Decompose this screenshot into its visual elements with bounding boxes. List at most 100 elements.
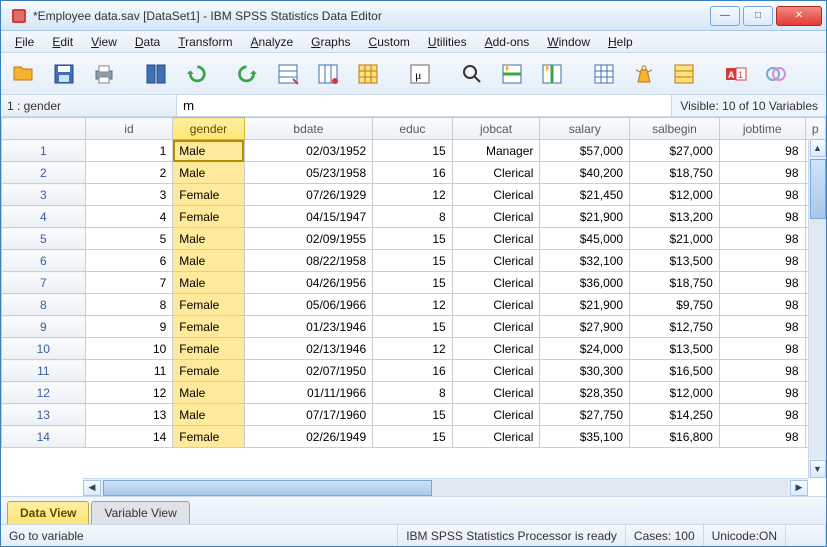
cell-jobtime[interactable]: 98 bbox=[719, 360, 805, 382]
cell-jobtime[interactable]: 98 bbox=[719, 316, 805, 338]
cell-id[interactable]: 10 bbox=[85, 338, 173, 360]
save-button[interactable] bbox=[47, 57, 81, 91]
menu-edit[interactable]: Edit bbox=[44, 33, 81, 51]
run-button[interactable]: μ bbox=[403, 57, 437, 91]
cell-jobcat[interactable]: Manager bbox=[452, 140, 540, 162]
cell-salary[interactable]: $45,000 bbox=[540, 228, 630, 250]
cell-salary[interactable]: $21,450 bbox=[540, 184, 630, 206]
table-row[interactable]: 1010Female02/13/194612Clerical$24,000$13… bbox=[2, 338, 826, 360]
cell-gender[interactable]: Female bbox=[173, 206, 244, 228]
cell-id[interactable]: 14 bbox=[85, 426, 173, 448]
cell-id[interactable]: 6 bbox=[85, 250, 173, 272]
cell-jobcat[interactable]: Clerical bbox=[452, 250, 540, 272]
variables-button[interactable] bbox=[351, 57, 385, 91]
cell-gender[interactable]: Female bbox=[173, 184, 244, 206]
cell-educ[interactable]: 15 bbox=[373, 140, 453, 162]
table-row[interactable]: 66Male08/22/195815Clerical$32,100$13,500… bbox=[2, 250, 826, 272]
tab-variable-view[interactable]: Variable View bbox=[91, 501, 189, 524]
row-header[interactable]: 11 bbox=[2, 360, 86, 382]
cell-jobcat[interactable]: Clerical bbox=[452, 382, 540, 404]
cell-jobcat[interactable]: Clerical bbox=[452, 316, 540, 338]
cell-jobtime[interactable]: 98 bbox=[719, 382, 805, 404]
row-header[interactable]: 9 bbox=[2, 316, 86, 338]
cell-salary[interactable]: $40,200 bbox=[540, 162, 630, 184]
gotovariable-button[interactable] bbox=[311, 57, 345, 91]
cell-salbegin[interactable]: $12,000 bbox=[630, 382, 720, 404]
cell-gender[interactable]: Male bbox=[173, 272, 244, 294]
cell-gender[interactable]: Female bbox=[173, 360, 244, 382]
cell-salary[interactable]: $30,300 bbox=[540, 360, 630, 382]
cell-educ[interactable]: 15 bbox=[373, 316, 453, 338]
cell-jobtime[interactable]: 98 bbox=[719, 338, 805, 360]
cell-gender[interactable]: Female bbox=[173, 426, 244, 448]
tab-data-view[interactable]: Data View bbox=[7, 501, 89, 524]
cell-educ[interactable]: 8 bbox=[373, 382, 453, 404]
recall-button[interactable] bbox=[139, 57, 173, 91]
print-button[interactable] bbox=[87, 57, 121, 91]
cell-id[interactable]: 7 bbox=[85, 272, 173, 294]
cell-jobcat[interactable]: Clerical bbox=[452, 272, 540, 294]
corner-header[interactable] bbox=[2, 118, 86, 140]
cell-jobcat[interactable]: Clerical bbox=[452, 184, 540, 206]
undo-button[interactable] bbox=[179, 57, 213, 91]
cell-bdate[interactable]: 04/26/1956 bbox=[244, 272, 372, 294]
cell-salary[interactable]: $21,900 bbox=[540, 294, 630, 316]
row-header[interactable]: 8 bbox=[2, 294, 86, 316]
cell-bdate[interactable]: 07/26/1929 bbox=[244, 184, 372, 206]
cell-gender[interactable]: Male bbox=[173, 404, 244, 426]
table-row[interactable]: 11Male02/03/195215Manager$57,000$27,0009… bbox=[2, 140, 826, 162]
row-header[interactable]: 6 bbox=[2, 250, 86, 272]
insertcase-button[interactable] bbox=[495, 57, 529, 91]
cell-gender[interactable]: Male bbox=[173, 250, 244, 272]
row-header[interactable]: 10 bbox=[2, 338, 86, 360]
cell-jobtime[interactable]: 98 bbox=[719, 184, 805, 206]
cell-educ[interactable]: 16 bbox=[373, 360, 453, 382]
minimize-button[interactable]: — bbox=[710, 6, 740, 26]
menu-utilities[interactable]: Utilities bbox=[420, 33, 475, 51]
open-button[interactable] bbox=[7, 57, 41, 91]
table-row[interactable]: 77Male04/26/195615Clerical$36,000$18,750… bbox=[2, 272, 826, 294]
cell-gender[interactable]: Female bbox=[173, 294, 244, 316]
cell-salary[interactable]: $32,100 bbox=[540, 250, 630, 272]
cell-id[interactable]: 2 bbox=[85, 162, 173, 184]
cell-salbegin[interactable]: $18,750 bbox=[630, 272, 720, 294]
cell-gender[interactable]: Male bbox=[173, 228, 244, 250]
cell-salbegin[interactable]: $13,500 bbox=[630, 338, 720, 360]
cell-bdate[interactable]: 02/09/1955 bbox=[244, 228, 372, 250]
cell-salbegin[interactable]: $18,750 bbox=[630, 162, 720, 184]
cell-id[interactable]: 13 bbox=[85, 404, 173, 426]
cell-gender[interactable]: Female bbox=[173, 338, 244, 360]
vscroll-track[interactable] bbox=[810, 159, 826, 458]
menu-custom[interactable]: Custom bbox=[361, 33, 418, 51]
scroll-left-icon[interactable]: ◀ bbox=[83, 480, 101, 496]
cell-bdate[interactable]: 05/06/1966 bbox=[244, 294, 372, 316]
cell-salary[interactable]: $27,900 bbox=[540, 316, 630, 338]
menu-data[interactable]: Data bbox=[127, 33, 168, 51]
cell-jobtime[interactable]: 98 bbox=[719, 426, 805, 448]
table-row[interactable]: 88Female05/06/196612Clerical$21,900$9,75… bbox=[2, 294, 826, 316]
cell-gender[interactable]: Female bbox=[173, 316, 244, 338]
row-header[interactable]: 3 bbox=[2, 184, 86, 206]
cell-jobcat[interactable]: Clerical bbox=[452, 338, 540, 360]
cell-salbegin[interactable]: $16,800 bbox=[630, 426, 720, 448]
data-grid[interactable]: idgenderbdateeducjobcatsalarysalbeginjob… bbox=[1, 117, 826, 448]
maximize-button[interactable]: □ bbox=[743, 6, 773, 26]
cell-gender[interactable]: Male bbox=[173, 382, 244, 404]
cell-jobcat[interactable]: Clerical bbox=[452, 162, 540, 184]
menu-transform[interactable]: Transform bbox=[170, 33, 240, 51]
cell-bdate[interactable]: 08/22/1958 bbox=[244, 250, 372, 272]
cell-salary[interactable]: $24,000 bbox=[540, 338, 630, 360]
horizontal-scrollbar[interactable]: ◀ ▶ bbox=[83, 478, 808, 496]
cell-jobcat[interactable]: Clerical bbox=[452, 404, 540, 426]
cell-jobcat[interactable]: Clerical bbox=[452, 294, 540, 316]
cell-salary[interactable]: $35,100 bbox=[540, 426, 630, 448]
cell-id[interactable]: 3 bbox=[85, 184, 173, 206]
menu-add-ons[interactable]: Add-ons bbox=[477, 33, 538, 51]
cell-salbegin[interactable]: $27,000 bbox=[630, 140, 720, 162]
cell-id[interactable]: 1 bbox=[85, 140, 173, 162]
row-header[interactable]: 2 bbox=[2, 162, 86, 184]
cell-educ[interactable]: 12 bbox=[373, 338, 453, 360]
cell-educ[interactable]: 12 bbox=[373, 294, 453, 316]
cell-jobtime[interactable]: 98 bbox=[719, 250, 805, 272]
cell-jobcat[interactable]: Clerical bbox=[452, 206, 540, 228]
